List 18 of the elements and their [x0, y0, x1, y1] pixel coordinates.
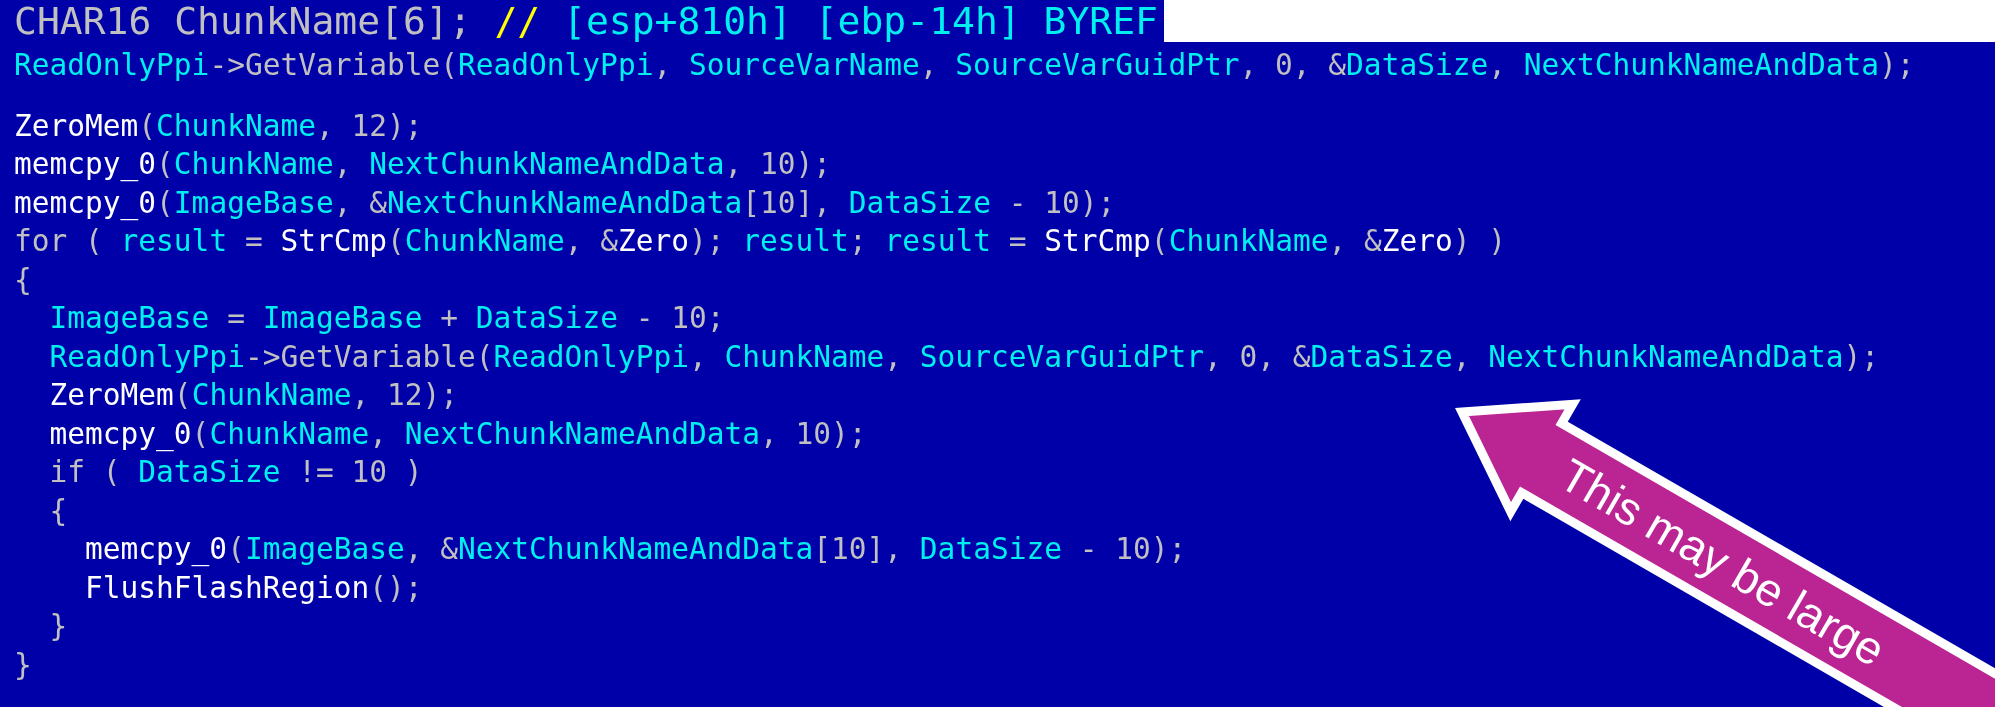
code-line: { — [14, 261, 32, 299]
code-line: } — [48, 608, 68, 645]
code-line: ZeroMem(ChunkName, 12); — [48, 377, 459, 414]
code-line: if ( DataSize != 10 ) — [48, 454, 423, 491]
code-line: ReadOnlyPpi->GetVariable(ReadOnlyPpi, ChunkName, SourceVarGuidPtr, 0, &DataSize, NextChunkNameAndData); — [48, 338, 1879, 376]
code-line: ZeroMem(ChunkName, 12); — [14, 107, 423, 145]
code-line: } — [14, 646, 32, 684]
code-line: FlushFlashRegion(); — [84, 569, 423, 607]
code-line: memcpy_0(ChunkName, NextChunkNameAndData, 10); — [14, 146, 832, 184]
callout-text: This may be large — [1551, 448, 1894, 677]
code-line: ReadOnlyPpi->GetVariable(ReadOnlyPpi, SourceVarName, SourceVarGuidPtr, 0, &DataSize, NextChunkNameAndData); — [14, 47, 1915, 84]
code-line: memcpy_0(ImageBase, &NextChunkNameAndData[10], DataSize - 10); — [14, 184, 1116, 222]
code-line: memcpy_0(ImageBase, &NextChunkNameAndData[10], DataSize - 10); — [84, 531, 1187, 569]
variable-tooltip: CHAR16 ChunkName[6]; // [esp+810h] [ebp-14h] BYREF — [0, 0, 1164, 42]
code-line: for ( result = StrCmp(ChunkName, &Zero); result; result = StrCmp(ChunkName, &Zero) ) — [14, 223, 1507, 260]
code-line: ImageBase = ImageBase + DataSize - 10; — [48, 300, 725, 337]
code-line: memcpy_0(ChunkName, NextChunkNameAndData, 10); — [48, 415, 867, 453]
code-line: { — [48, 492, 68, 530]
